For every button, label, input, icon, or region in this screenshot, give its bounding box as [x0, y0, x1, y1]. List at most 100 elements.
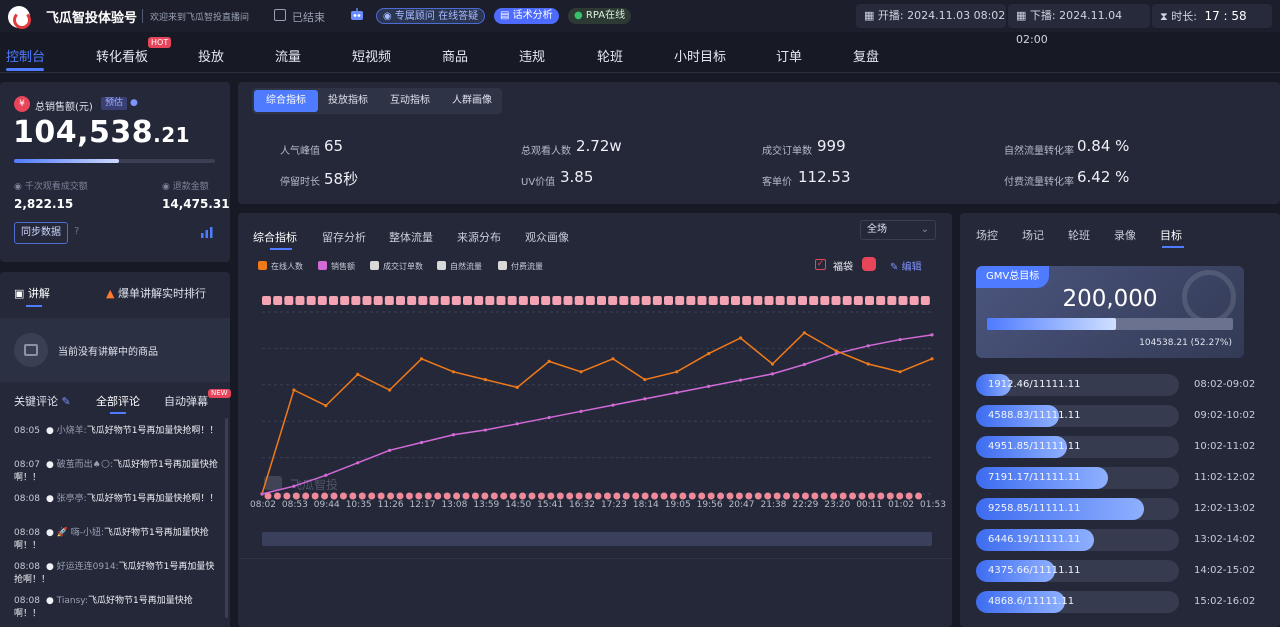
script-analysis-button[interactable]: ▤ 话术分析 — [494, 8, 559, 24]
legend-label: 自然流量 — [450, 262, 482, 271]
legend-online[interactable]: 在线人数 — [258, 261, 303, 272]
chart-tab-viewers[interactable]: 观众画像 — [525, 229, 569, 245]
tab-key-comments[interactable]: 关键评论 ✎ — [14, 393, 71, 409]
chart-tab-overall[interactable]: 综合指标 — [253, 229, 297, 245]
explain-rank-link[interactable]: ▲ 爆单讲解实时排行 — [106, 285, 206, 301]
event-marker — [528, 492, 536, 500]
hourly-progress-text: 9258.85/11111.11 — [988, 503, 1081, 514]
nav-review[interactable]: 复盘 — [853, 46, 879, 65]
scope-select[interactable]: 全场 ⌄ — [860, 220, 936, 240]
main-nav: 控制台 转化看板 HOT 投放 流量 短视频 商品 违规 轮班 小时目标 订单 … — [0, 34, 1280, 74]
lucky-bag-marker — [798, 296, 807, 305]
metric-tab-overall[interactable]: 综合指标 — [254, 90, 318, 112]
chart-range-slider[interactable] — [262, 532, 932, 546]
legend-orders[interactable]: 成交订单数 — [370, 261, 423, 272]
lucky-bag-marker — [317, 296, 327, 305]
metric-peak-label: 人气峰值 — [280, 146, 320, 157]
consultant-button[interactable]: ◉ 专属顾问 在线答疑 — [376, 8, 486, 24]
chart-tab-source[interactable]: 来源分布 — [457, 229, 501, 245]
comment-user: 🚀 嗨-小妞: — [56, 528, 105, 538]
chart-tab-traffic[interactable]: 整体流量 — [389, 229, 433, 245]
sales-progress-fill — [14, 159, 119, 163]
nav-hourly-target[interactable]: 小时目标 — [674, 46, 726, 65]
sales-point — [834, 352, 838, 356]
gmv-target-value: 200,000 — [1062, 286, 1158, 312]
lucky-bag-marker — [407, 296, 417, 305]
right-tab-target[interactable]: 目标 — [1160, 227, 1182, 243]
legend-sales[interactable]: 销售额 — [318, 261, 355, 272]
tab-all-comments[interactable]: 全部评论 — [96, 393, 140, 409]
top-bar: 飞瓜智投体验号 欢迎来到飞瓜智投直播间 已结束 ◉ 专属顾问 在线答疑 ▤ 话术… — [0, 0, 1280, 46]
lucky-bag-checkbox[interactable]: ✓ — [815, 259, 826, 270]
duration-label: 时长: — [1171, 10, 1197, 23]
nav-conversion-board[interactable]: 转化看板 — [96, 46, 148, 65]
explain-empty-text: 当前没有讲解中的商品 — [58, 347, 158, 358]
event-marker — [698, 492, 706, 500]
event-marker — [424, 492, 432, 500]
lucky-bag-marker — [731, 296, 740, 305]
edit-button[interactable]: ✎ 编辑 — [890, 258, 922, 273]
lucky-bag-marker — [786, 296, 796, 305]
hourly-time-range: 10:02-11:02 — [1194, 441, 1256, 452]
metric-tab-ads[interactable]: 投放指标 — [316, 90, 380, 112]
series-line-online — [261, 331, 933, 495]
right-tab-control[interactable]: 场控 — [976, 227, 998, 243]
nav-console[interactable]: 控制台 — [6, 46, 45, 65]
online-point — [419, 357, 424, 361]
nav-orders[interactable]: 订单 — [776, 46, 802, 65]
explain-tab[interactable]: ▣ 讲解 — [14, 285, 50, 301]
lucky-bag-marker — [429, 296, 439, 305]
chart-tab-retention[interactable]: 留存分析 — [322, 229, 366, 245]
comments-tab-indicator — [110, 412, 126, 414]
live-chart: 飞瓜智投 — [260, 296, 934, 500]
comment-item: 08:07 ● 破茧而出♠🌕:飞瓜好物节1号再加量快抢啊！！ — [14, 460, 218, 483]
lucky-bag-marker — [351, 296, 361, 305]
metric-orders-value: 999 — [817, 137, 846, 155]
event-marker — [811, 492, 819, 500]
nav-products[interactable]: 商品 — [442, 46, 468, 65]
online-point — [388, 388, 392, 392]
robot-icon[interactable] — [349, 7, 365, 23]
nav-traffic[interactable]: 流量 — [275, 46, 301, 65]
sales-point — [356, 461, 360, 465]
legend-paid[interactable]: 付费流量 — [498, 261, 543, 272]
tab-auto-danmaku[interactable]: 自动弹幕 — [164, 393, 208, 409]
lucky-bag-marker — [485, 296, 495, 305]
comment-text: 飞瓜好物节1号再加量快抢啊！！ — [14, 460, 218, 483]
right-tab-notes[interactable]: 场记 — [1022, 227, 1044, 243]
x-tick-label: 16:32 — [569, 500, 595, 510]
x-tick-label: 13:59 — [473, 500, 500, 510]
metric-paid-rate-label: 付费流量转化率 — [1004, 177, 1074, 188]
chart-icon[interactable] — [200, 225, 214, 242]
right-tab-recording[interactable]: 录像 — [1114, 227, 1136, 243]
hourly-progress-text: 1912.46/11111.11 — [988, 379, 1081, 390]
x-tick-label: 19:05 — [664, 500, 691, 510]
comments-scrollbar[interactable] — [225, 418, 228, 618]
lucky-bag-marker — [340, 296, 350, 305]
nav-short-video[interactable]: 短视频 — [352, 46, 391, 65]
metric-tab-audience[interactable]: 人群画像 — [440, 90, 504, 112]
event-marker — [537, 492, 545, 500]
event-marker — [321, 492, 329, 500]
sales-point — [643, 397, 647, 401]
event-marker — [396, 492, 404, 500]
nav-violations[interactable]: 违规 — [519, 46, 545, 65]
lucky-bag-markers — [262, 296, 930, 305]
x-tick-label: 01:02 — [888, 500, 915, 510]
right-tab-shifts[interactable]: 轮班 — [1068, 227, 1090, 243]
hourly-progress-text: 4951.85/11111.11 — [988, 441, 1081, 452]
lucky-bag-marker — [842, 296, 852, 305]
legend-swatch — [318, 261, 327, 270]
help-icon[interactable]: ? — [74, 226, 79, 237]
sales-point — [930, 333, 934, 337]
nav-ads[interactable]: 投放 — [198, 46, 224, 65]
legend-natural[interactable]: 自然流量 — [437, 261, 482, 272]
info-icon[interactable]: ● — [130, 98, 138, 108]
nav-shifts[interactable]: 轮班 — [597, 46, 623, 65]
lucky-bag-marker — [887, 296, 897, 305]
sync-data-button[interactable]: 同步数据 — [14, 222, 68, 244]
comment-item: 08:05 ● 小烧羊:飞瓜好物节1号再加量快抢啊！！ — [14, 426, 219, 436]
metric-tab-interaction[interactable]: 互动指标 — [378, 90, 442, 112]
lucky-bag-marker — [396, 296, 405, 305]
sales-label: 总销售额(元) — [35, 102, 93, 113]
